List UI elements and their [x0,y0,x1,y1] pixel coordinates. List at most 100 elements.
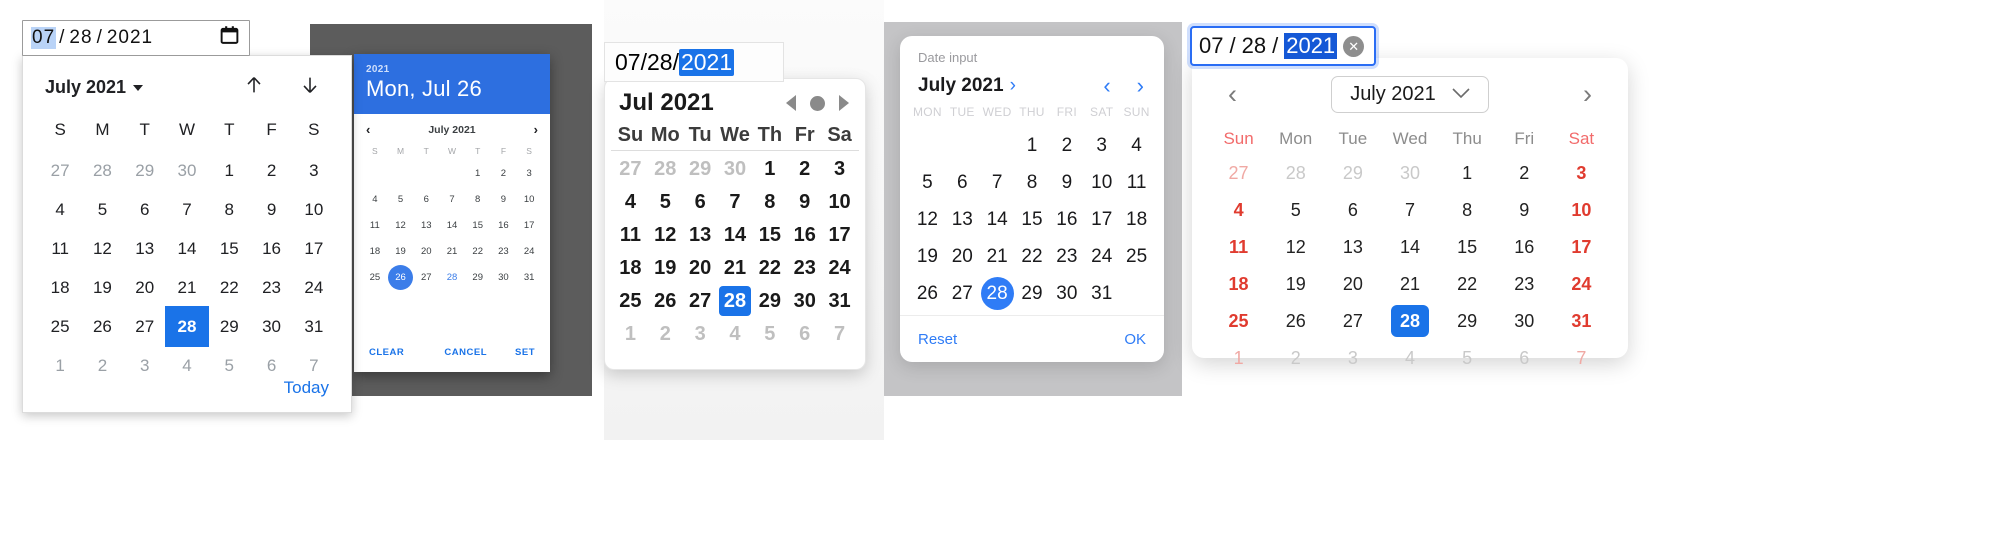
day-cell[interactable]: 3 [124,346,166,385]
day-cell[interactable]: 1 [752,153,787,186]
day-cell[interactable]: 24 [1084,238,1119,275]
day-cell[interactable]: 8 [1015,164,1050,201]
day-cell[interactable]: 27 [683,285,718,318]
day-cell[interactable]: 8 [465,187,491,213]
day-cell[interactable]: 18 [613,252,648,285]
day-cell[interactable]: 31 [293,307,335,346]
day-cell[interactable]: 29 [1439,303,1496,340]
day-cell[interactable]: 3 [516,161,542,187]
day-cell[interactable]: 7 [980,164,1015,201]
day-cell[interactable]: 6 [1496,340,1553,377]
calendar-icon[interactable] [219,25,240,52]
day-cell[interactable]: 30 [491,265,517,291]
day-cell[interactable]: 2 [491,161,517,187]
day-cell[interactable]: 9 [1496,192,1553,229]
day-cell[interactable]: 1 [208,151,250,190]
day-cell[interactable]: 24 [293,268,335,307]
day-cell[interactable]: 2 [648,318,683,351]
day-cell[interactable]: 6 [413,187,439,213]
month-segment[interactable]: 07 [31,27,57,49]
day-cell-selected[interactable]: 26 [388,265,414,291]
day-cell[interactable]: 7 [1553,340,1610,377]
day-cell[interactable]: 23 [787,252,822,285]
day-cell[interactable]: 22 [208,268,250,307]
day-cell[interactable]: 26 [910,275,945,312]
day-cell[interactable]: 31 [516,265,542,291]
day-cell[interactable]: 9 [1049,164,1084,201]
today-button[interactable]: Today [284,378,329,398]
day-cell[interactable]: 8 [752,186,787,219]
day-cell[interactable]: 3 [822,153,857,186]
chevron-left-icon[interactable]: ‹ [366,123,370,136]
day-cell[interactable]: 30 [1049,275,1084,312]
day-cell[interactable]: 13 [945,201,980,238]
day-cell[interactable]: 19 [1267,266,1324,303]
day-cell[interactable]: 23 [1496,266,1553,303]
day-cell[interactable]: 11 [39,229,81,268]
day-cell[interactable]: 27 [124,307,166,346]
day-cell[interactable]: 1 [1015,127,1050,164]
day-cell[interactable]: 12 [81,229,123,268]
chevron-right-icon[interactable]: › [1137,75,1144,97]
day-cell[interactable]: 27 [1210,155,1267,192]
day-cell-selected[interactable]: 28 [718,285,753,318]
day-cell[interactable]: 4 [1381,340,1438,377]
arrow-up-icon[interactable] [243,72,265,103]
day-cell[interactable]: 24 [516,239,542,265]
day-cell[interactable]: 14 [439,213,465,239]
day-cell[interactable]: 1 [1210,340,1267,377]
header-date[interactable]: Mon, Jul 26 [366,76,538,102]
day-cell[interactable]: 29 [465,265,491,291]
day-cell[interactable]: 16 [250,229,292,268]
day-cell[interactable]: 27 [39,151,81,190]
day-cell[interactable]: 28 [648,153,683,186]
day-cell[interactable]: 14 [166,229,208,268]
day-cell[interactable]: 25 [362,265,388,291]
day-cell[interactable]: 17 [822,219,857,252]
chevron-left-icon[interactable]: ‹ [1216,81,1249,108]
day-cell[interactable]: 13 [1324,229,1381,266]
day-cell[interactable]: 2 [250,151,292,190]
day-cell[interactable]: 20 [1324,266,1381,303]
day-cell[interactable]: 23 [250,268,292,307]
date-input-field[interactable]: 07 / 28 / 2021 ✕ [1190,26,1376,66]
day-cell[interactable]: 30 [787,285,822,318]
day-segment[interactable]: 28 [68,27,93,49]
day-cell[interactable]: 24 [822,252,857,285]
day-cell[interactable]: 21 [166,268,208,307]
day-cell[interactable]: 18 [362,239,388,265]
day-cell[interactable]: 14 [980,201,1015,238]
day-cell[interactable]: 6 [787,318,822,351]
day-cell[interactable]: 22 [1015,238,1050,275]
day-cell[interactable]: 20 [945,238,980,275]
arrow-down-icon[interactable] [299,72,321,103]
month-segment[interactable]: 07 [1199,33,1223,59]
day-cell[interactable]: 5 [752,318,787,351]
day-cell[interactable]: 4 [613,186,648,219]
day-cell[interactable]: 15 [465,213,491,239]
day-cell[interactable]: 17 [293,229,335,268]
caret-down-icon[interactable] [133,84,144,91]
day-cell[interactable]: 19 [388,239,414,265]
day-cell[interactable]: 13 [124,229,166,268]
day-cell[interactable]: 11 [362,213,388,239]
chevron-right-icon[interactable]: › [1010,75,1016,97]
day-cell[interactable]: 29 [1324,155,1381,192]
day-cell[interactable]: 10 [822,186,857,219]
day-cell[interactable]: 8 [208,190,250,229]
day-cell[interactable]: 29 [124,151,166,190]
day-cell[interactable]: 27 [945,275,980,312]
day-cell[interactable]: 23 [1049,238,1084,275]
day-cell[interactable]: 1 [39,346,81,385]
day-cell[interactable]: 3 [683,318,718,351]
day-cell[interactable]: 31 [1084,275,1119,312]
day-cell[interactable]: 8 [1439,192,1496,229]
day-cell[interactable]: 13 [683,219,718,252]
chevron-down-icon[interactable] [1452,86,1470,103]
set-button[interactable]: SET [515,347,535,358]
day-cell[interactable]: 29 [752,285,787,318]
day-cell[interactable]: 18 [1210,266,1267,303]
clear-circle-icon[interactable]: ✕ [1343,35,1365,57]
day-cell[interactable]: 28 [439,265,465,291]
day-cell[interactable]: 12 [648,219,683,252]
